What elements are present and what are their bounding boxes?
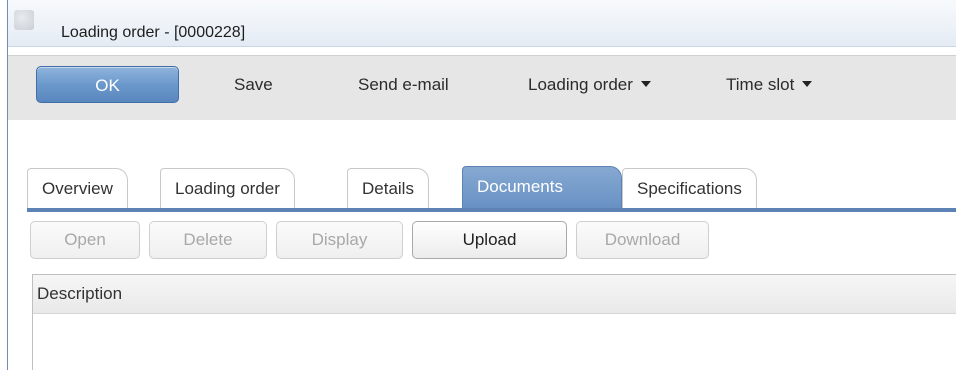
toolbar: OK Save Send e-mail Loading order Time s…: [8, 55, 956, 120]
time-slot-menu[interactable]: Time slot: [726, 66, 813, 103]
upload-button[interactable]: Upload: [412, 221, 567, 259]
app-icon: [14, 10, 34, 30]
window-title: Loading order - [0000228]: [61, 24, 246, 41]
loading-order-window: Loading order - [0000228] OK Save Send e…: [7, 0, 956, 370]
tab-documents[interactable]: Documents: [462, 166, 622, 208]
document-actions: Open Delete Display Upload Download: [8, 221, 956, 265]
tab-details[interactable]: Details: [347, 168, 429, 208]
ok-button[interactable]: OK: [36, 66, 179, 103]
time-slot-menu-label: Time slot: [726, 75, 795, 94]
tab-underline: [27, 208, 956, 212]
documents-grid[interactable]: Description: [32, 274, 956, 370]
title-bar: Loading order - [0000228]: [8, 0, 956, 47]
column-header-description[interactable]: Description: [33, 275, 956, 314]
display-button[interactable]: Display: [276, 221, 403, 259]
download-button[interactable]: Download: [576, 221, 709, 259]
tab-strip: Overview Loading order Details Specifica…: [8, 162, 956, 212]
save-button[interactable]: Save: [234, 66, 273, 103]
loading-order-menu-label: Loading order: [528, 75, 633, 94]
tab-loading-order[interactable]: Loading order: [160, 168, 295, 208]
open-button[interactable]: Open: [30, 221, 140, 259]
tab-overview[interactable]: Overview: [27, 168, 128, 208]
loading-order-menu[interactable]: Loading order: [528, 66, 651, 103]
send-email-button[interactable]: Send e-mail: [358, 66, 449, 103]
delete-button[interactable]: Delete: [149, 221, 267, 259]
chevron-down-icon: [802, 80, 813, 87]
tab-specifications[interactable]: Specifications: [622, 168, 757, 208]
chevron-down-icon: [640, 80, 651, 87]
